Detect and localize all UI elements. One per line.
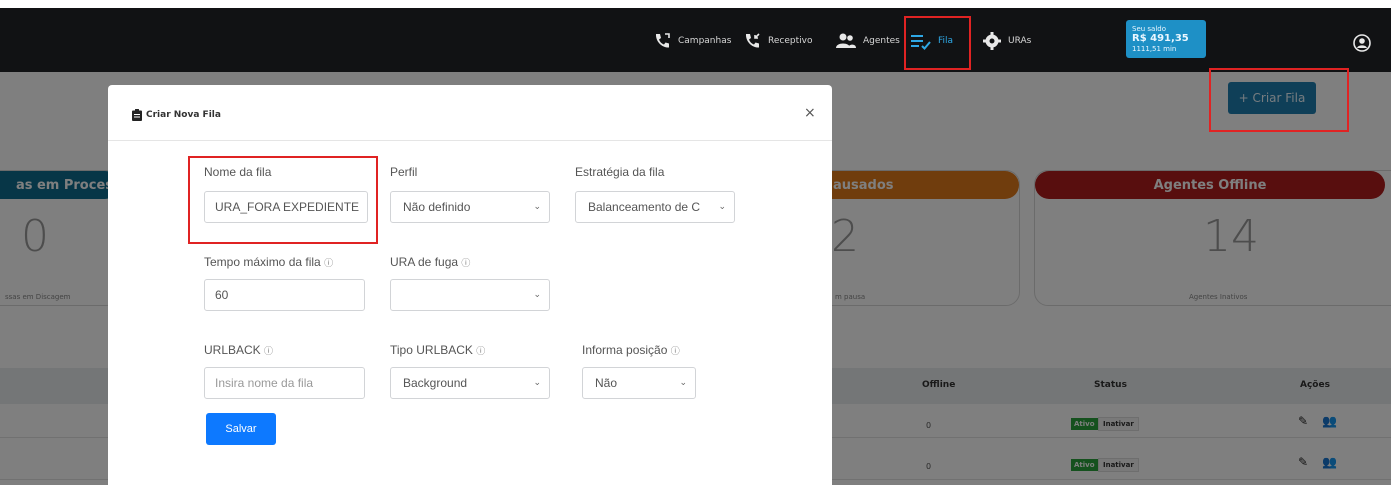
urlback-type-label-text: Tipo URLBACK bbox=[390, 343, 473, 357]
urlback-label-text: URLBACK bbox=[204, 343, 261, 357]
profile-select[interactable]: Não definido ⌄ bbox=[390, 191, 550, 223]
create-queue-modal: Criar Nova Fila × Nome da fila URA_FORA … bbox=[108, 85, 832, 485]
strategy-select[interactable]: Balanceamento de C ⌄ bbox=[575, 191, 735, 223]
help-icon[interactable]: ⓘ bbox=[264, 346, 273, 356]
balance-minutes: 1111,51 min bbox=[1132, 45, 1177, 53]
urlback-input[interactable]: Insira nome da fila bbox=[204, 367, 365, 399]
nav-receptivo[interactable]: Receptivo bbox=[742, 28, 812, 54]
nav-agentes-label: Agentes bbox=[863, 36, 900, 46]
chevron-down-icon: ⌄ bbox=[533, 289, 541, 299]
inform-position-label: Informa posição ⓘ bbox=[582, 343, 680, 357]
balance-widget[interactable]: Seu saldo R$ 491,35 1111,51 min bbox=[1126, 20, 1206, 58]
help-icon[interactable]: ⓘ bbox=[671, 346, 680, 356]
balance-amount: R$ 491,35 bbox=[1132, 33, 1189, 44]
help-icon[interactable]: ⓘ bbox=[476, 346, 485, 356]
urlback-label: URLBACK ⓘ bbox=[204, 343, 273, 357]
close-button[interactable]: × bbox=[804, 105, 816, 121]
save-button[interactable]: Salvar bbox=[206, 413, 276, 445]
escape-ura-label: URA de fuga ⓘ bbox=[390, 255, 470, 269]
strategy-value: Balanceamento de C bbox=[588, 200, 701, 214]
chevron-down-icon: ⌄ bbox=[718, 201, 726, 211]
nav-receptivo-label: Receptivo bbox=[768, 36, 813, 46]
nav-campanhas-label: Campanhas bbox=[678, 36, 732, 46]
users-icon bbox=[836, 33, 856, 48]
nav-uras[interactable]: URAs bbox=[982, 28, 1031, 54]
help-icon[interactable]: ⓘ bbox=[324, 258, 333, 268]
highlight-fila bbox=[904, 16, 971, 70]
inform-position-value: Não bbox=[595, 376, 618, 390]
escape-ura-select[interactable]: ⌄ bbox=[390, 279, 550, 311]
profile-value: Não definido bbox=[403, 200, 471, 214]
phone-incoming-icon bbox=[745, 33, 760, 48]
escape-ura-label-text: URA de fuga bbox=[390, 255, 459, 269]
chevron-down-icon: ⌄ bbox=[679, 377, 687, 387]
strategy-label: Estratégia da fila bbox=[575, 165, 665, 179]
nav-agentes[interactable]: Agentes bbox=[835, 28, 900, 54]
inform-position-label-text: Informa posição bbox=[582, 343, 668, 357]
chevron-down-icon: ⌄ bbox=[533, 201, 541, 211]
max-time-label: Tempo máximo da fila ⓘ bbox=[204, 255, 333, 269]
gear-icon bbox=[983, 32, 1001, 50]
modal-header: Criar Nova Fila × bbox=[108, 85, 832, 141]
max-time-label-text: Tempo máximo da fila bbox=[204, 255, 321, 269]
highlight-queue-name bbox=[188, 156, 378, 244]
nav-uras-label: URAs bbox=[1008, 36, 1032, 46]
urlback-type-select[interactable]: Background ⌄ bbox=[390, 367, 550, 399]
profile-label: Perfil bbox=[390, 165, 418, 179]
highlight-create-button bbox=[1209, 68, 1349, 132]
max-time-input[interactable]: 60 bbox=[204, 279, 365, 311]
modal-title-wrap: Criar Nova Fila bbox=[132, 109, 221, 121]
clipboard-icon bbox=[132, 109, 142, 121]
top-navbar: Campanhas Receptivo Agentes Fila URAs Se… bbox=[0, 8, 1391, 72]
inform-position-select[interactable]: Não ⌄ bbox=[582, 367, 696, 399]
nav-campanhas[interactable]: Campanhas bbox=[652, 28, 731, 54]
phone-outgoing-icon bbox=[655, 33, 670, 48]
user-account-icon[interactable] bbox=[1353, 34, 1371, 52]
urlback-type-label: Tipo URLBACK ⓘ bbox=[390, 343, 485, 357]
urlback-type-value: Background bbox=[403, 376, 468, 390]
chevron-down-icon: ⌄ bbox=[533, 377, 541, 387]
modal-title: Criar Nova Fila bbox=[146, 110, 221, 120]
help-icon[interactable]: ⓘ bbox=[461, 258, 470, 268]
